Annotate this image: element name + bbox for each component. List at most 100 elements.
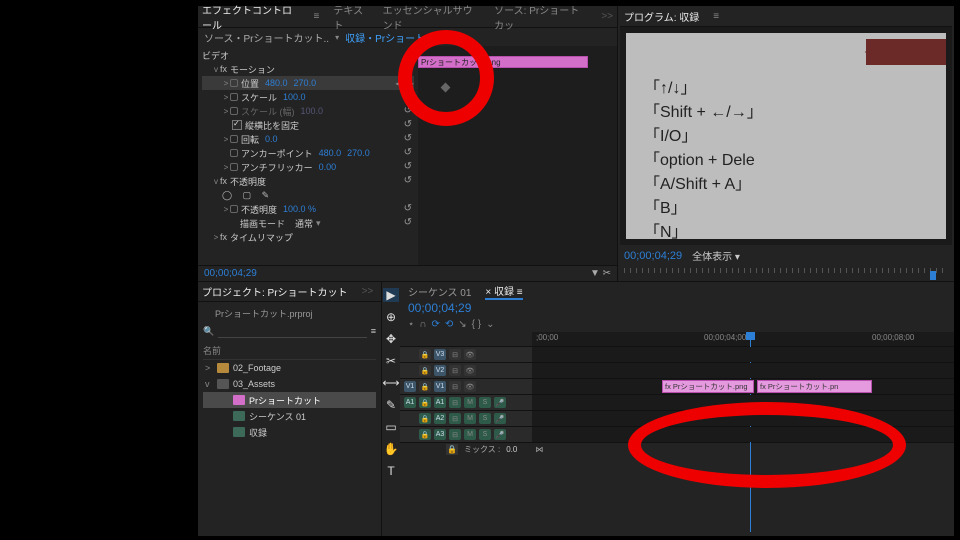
track-toggle-button[interactable]: A3 [434, 429, 446, 440]
track-toggle-button[interactable]: V2 [434, 365, 446, 376]
type-tool-icon[interactable]: T [387, 464, 394, 478]
opacity-group[interactable]: vfx不透明度↺ [202, 174, 414, 188]
track-v3[interactable]: 🔒V3⊟👁 [400, 346, 954, 362]
tab-project[interactable]: プロジェクト: Prショートカット [202, 284, 348, 299]
timeline-ruler[interactable]: ;00;00 00;00;04;00 00;00;08;00 [532, 332, 954, 346]
mic-icon[interactable]: 🎤 [494, 429, 506, 440]
slip-tool-icon[interactable]: ⟷ [382, 376, 399, 390]
hand-tool-icon[interactable]: ✋ [384, 442, 399, 456]
opacity-prop[interactable]: >不透明度100.0 %↺ [202, 202, 414, 216]
tab-effect-controls[interactable]: エフェクトコントロール [202, 2, 300, 32]
program-monitor[interactable]: おすす 「↑/↓」「Shift + ←/→」「I/O」「option + Del… [620, 27, 952, 245]
dropdown-icon[interactable]: ▾ [335, 33, 339, 42]
tab-text[interactable]: テキスト [333, 2, 368, 32]
effect-foot-icons[interactable]: ▼ ✂ [590, 268, 611, 279]
solo-button[interactable]: S [479, 429, 491, 440]
search-icon[interactable]: 🔍 [203, 326, 214, 337]
checkbox-icon[interactable] [232, 120, 242, 130]
track-a2[interactable]: 🔒A2⊟MS🎤 [400, 410, 954, 426]
mute-button[interactable]: M [464, 413, 476, 424]
antiflicker-prop[interactable]: >アンチフリッカー0.00↺ [202, 160, 414, 174]
project-item[interactable]: >02_Footage [203, 360, 376, 376]
zoom-fit-dropdown[interactable]: 全体表示 ▾ [692, 248, 740, 263]
ripple-tool-icon[interactable]: ✥ [386, 332, 396, 346]
search-input[interactable] [218, 324, 367, 338]
track-a1[interactable]: A1🔒A1⊟MS🎤 [400, 394, 954, 410]
track-target-button[interactable]: A1 [404, 397, 416, 408]
tab-overflow-icon[interactable]: >> [362, 286, 374, 297]
track-toggle-button[interactable]: V1 [434, 381, 446, 392]
sync-lock-icon[interactable]: ⊟ [449, 365, 461, 376]
solo-button[interactable]: S [479, 397, 491, 408]
lock-icon[interactable]: 🔒 [419, 397, 431, 408]
column-header-name[interactable]: 名前 [203, 342, 376, 360]
lock-icon[interactable]: 🔒 [419, 429, 431, 440]
sync-lock-icon[interactable]: ⊟ [449, 397, 461, 408]
eye-icon[interactable]: 👁 [464, 365, 476, 376]
position-prop[interactable]: > 位置 480.0270.0 ◂ ◆ ▸ ↺ [202, 76, 414, 90]
aspect-lock[interactable]: 縦横比を固定↺ [202, 118, 414, 132]
solo-button[interactable]: S [479, 413, 491, 424]
program-timecode[interactable]: 00;00;04;29 [624, 250, 682, 262]
timeremap-group[interactable]: >fxタイムリマップ [202, 230, 414, 244]
lock-icon[interactable]: 🔒 [419, 413, 431, 424]
mute-button[interactable]: M [464, 397, 476, 408]
mute-button[interactable]: M [464, 429, 476, 440]
tab-sequence-01[interactable]: シーケンス 01 [408, 284, 471, 299]
list-view-icon[interactable]: ≡ [371, 326, 376, 336]
anchor-prop[interactable]: アンカーポイント480.0270.0↺ [202, 146, 414, 160]
track-v2[interactable]: 🔒V2⊟👁 [400, 362, 954, 378]
tab-essential-sound[interactable]: エッセンシャルサウンド [383, 2, 481, 32]
sync-lock-icon[interactable]: ⊟ [449, 413, 461, 424]
effect-timecode[interactable]: 00;00;04;29 [204, 268, 257, 279]
motion-group[interactable]: vfx モーション↺ [202, 62, 414, 76]
mask-tools[interactable]: ◯ ▢ ✎ [202, 188, 414, 202]
track-v1[interactable]: V1🔒V1⊟👁fx Prショートカット.pngfx Prショートカット.pn [400, 378, 954, 394]
eye-icon[interactable]: 👁 [464, 349, 476, 360]
project-item[interactable]: Prショートカット [203, 392, 376, 408]
sequence-clip-label[interactable]: 収録・Prショートカッ.. [345, 30, 451, 45]
track-target-button[interactable]: V1 [404, 381, 416, 392]
keyframe-marker[interactable] [441, 83, 451, 93]
rotation-prop[interactable]: >回転0.0↺ [202, 132, 414, 146]
rectangle-tool-icon[interactable]: ▭ [385, 420, 396, 434]
timeline-clip[interactable]: fx Prショートカット.png [662, 380, 754, 393]
reset-icon[interactable]: ↺ [404, 77, 412, 88]
lock-icon[interactable]: 🔒 [419, 381, 431, 392]
lock-icon[interactable]: 🔒 [419, 349, 431, 360]
tab-recording[interactable]: × 収録 ≡ [485, 283, 522, 300]
project-item[interactable]: シーケンス 01 [203, 408, 376, 424]
scale-prop[interactable]: >スケール100.0↺ [202, 90, 414, 104]
razor-tool-icon[interactable]: ✂ [386, 354, 396, 368]
program-playhead[interactable] [930, 271, 936, 280]
program-ruler[interactable] [624, 268, 948, 273]
mic-icon[interactable]: 🎤 [494, 413, 506, 424]
timeline-timecode[interactable]: 00;00;04;29 [408, 301, 471, 315]
effect-clip-bar[interactable]: Prショートカット.png [418, 56, 588, 68]
dropdown-icon[interactable]: ▾ [316, 218, 321, 229]
tab-program[interactable]: プログラム: 収録 [624, 9, 699, 24]
source-clip-label[interactable]: ソース・Prショートカット.. [204, 30, 329, 45]
track-toggle-button[interactable]: A1 [434, 397, 446, 408]
track-toggle-button[interactable]: V3 [434, 349, 446, 360]
lock-icon[interactable]: 🔒 [419, 365, 431, 376]
mic-icon[interactable]: 🎤 [494, 397, 506, 408]
timeline-clip[interactable]: fx Prショートカット.pn [757, 380, 872, 393]
track-toggle-button[interactable]: A2 [434, 413, 446, 424]
reset-icon[interactable]: ↺ [404, 63, 412, 74]
timeline-toolbar[interactable]: ⋆∩⟳⟲↘{ }⌄ [408, 319, 494, 330]
track-a3[interactable]: 🔒A3⊟MS🎤 [400, 426, 954, 442]
project-item[interactable]: v03_Assets [203, 376, 376, 392]
tab-overflow-icon[interactable]: >> [601, 11, 613, 22]
sync-lock-icon[interactable]: ⊟ [449, 381, 461, 392]
track-select-tool-icon[interactable]: ⊕ [386, 310, 396, 324]
mix-row[interactable]: 🔒ミックス :0.0⋈ [400, 442, 954, 456]
project-item[interactable]: 収録 [203, 424, 376, 440]
pen-tool-icon[interactable]: ✎ [386, 398, 396, 412]
selection-tool-icon[interactable]: ▶ [383, 288, 399, 302]
stopwatch-icon[interactable] [230, 79, 238, 87]
sync-lock-icon[interactable]: ⊟ [449, 429, 461, 440]
eye-icon[interactable]: 👁 [464, 381, 476, 392]
sync-lock-icon[interactable]: ⊟ [449, 349, 461, 360]
effect-timeline[interactable]: Prショートカット.png [418, 46, 617, 265]
